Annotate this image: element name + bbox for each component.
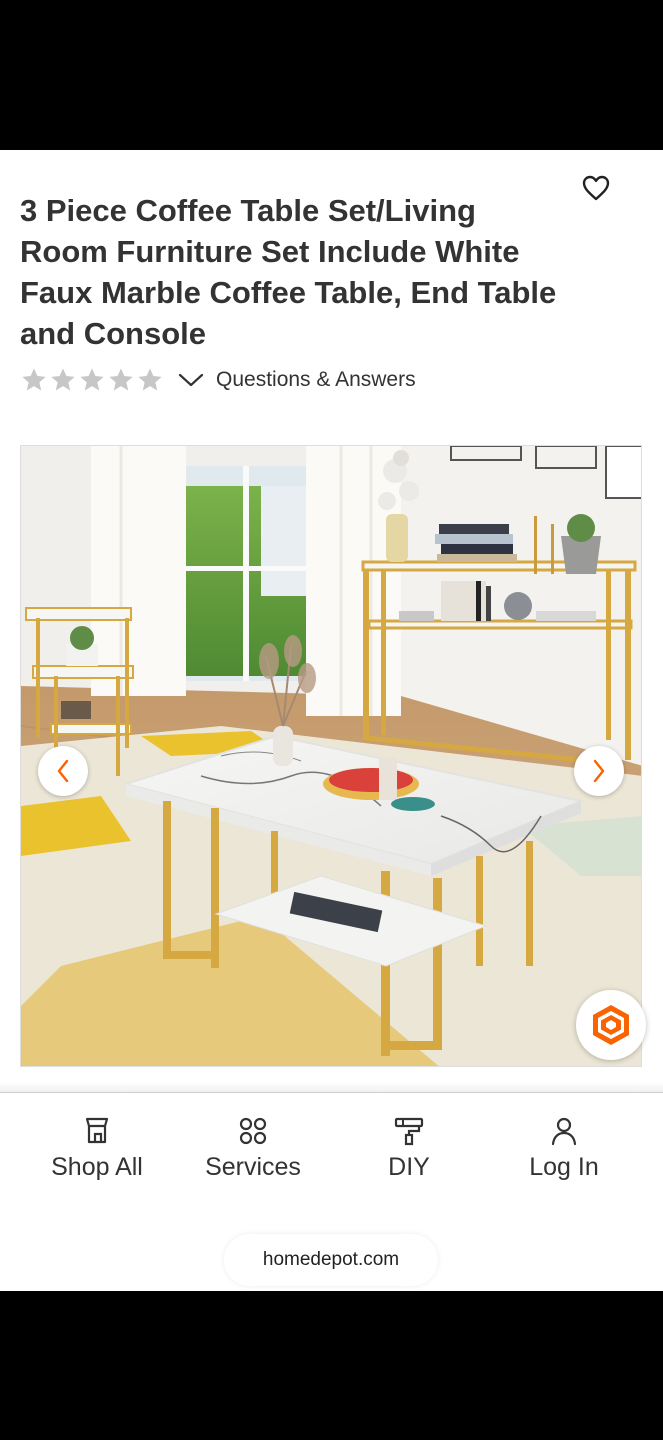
hexagon-view-icon (593, 1005, 629, 1045)
paint-roller-icon (394, 1117, 424, 1146)
nav-divider-shadow (0, 1082, 663, 1092)
nav-label: DIY (388, 1153, 430, 1181)
gallery-prev-button[interactable] (38, 746, 88, 796)
star-icon (51, 368, 75, 391)
star-rating[interactable] (20, 366, 164, 394)
chevron-left-icon (57, 759, 69, 783)
questions-answers-link[interactable]: Questions & Answers (216, 368, 416, 392)
product-image-gallery[interactable] (20, 445, 642, 1067)
star-icon (80, 368, 104, 391)
chevron-right-icon (593, 759, 605, 783)
nav-shop-all[interactable]: Shop All (22, 1115, 172, 1182)
bottom-navigation: Shop All Services DIY Log In homedepot.c… (0, 1092, 663, 1291)
nav-services[interactable]: Services (178, 1115, 328, 1182)
rating-row: Questions & Answers (20, 364, 416, 396)
favorite-button[interactable] (578, 170, 614, 206)
gallery-next-button[interactable] (574, 746, 624, 796)
nav-label: Shop All (51, 1153, 143, 1181)
product-title: 3 Piece Coffee Table Set/Living Room Fur… (20, 193, 557, 351)
browser-url-bar[interactable]: homedepot.com (224, 1234, 438, 1286)
rating-expand-button[interactable] (176, 365, 206, 395)
star-icon (22, 368, 46, 391)
person-icon (551, 1117, 577, 1146)
star-icon (138, 368, 162, 391)
nav-label: Services (205, 1153, 301, 1181)
product-page: 3 Piece Coffee Table Set/Living Room Fur… (0, 150, 663, 1291)
nav-log-in[interactable]: Log In (489, 1115, 639, 1182)
nav-label: Log In (529, 1153, 599, 1181)
heart-outline-icon (582, 175, 610, 201)
chevron-down-icon (178, 373, 204, 387)
product-image (21, 446, 641, 1066)
grid-circles-icon (239, 1117, 267, 1145)
nav-diy[interactable]: DIY (334, 1115, 484, 1182)
star-icon (109, 368, 133, 391)
store-icon (85, 1117, 109, 1144)
view-in-room-button[interactable] (576, 990, 646, 1060)
